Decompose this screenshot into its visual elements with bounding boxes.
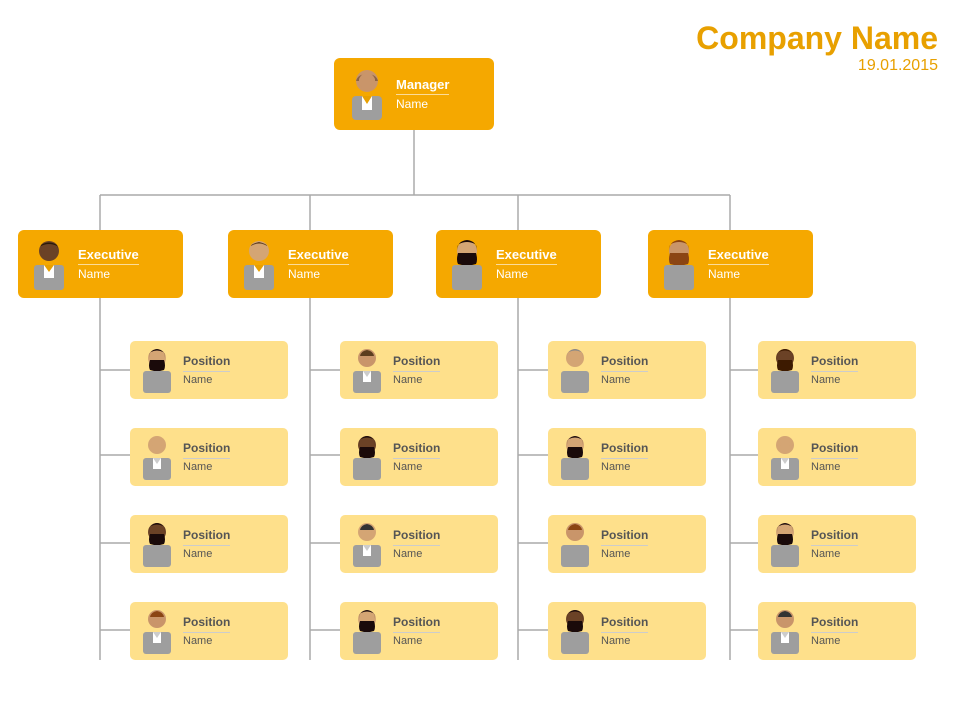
- pos-avatar-4-4: [765, 608, 805, 654]
- pos-4-3-name: Name: [811, 545, 858, 560]
- executive-1-title: Executive: [78, 247, 139, 263]
- pos-avatar-1-4: [137, 608, 177, 654]
- pos-avatar-3-4: [555, 608, 595, 654]
- position-card-4-4: Position Name: [758, 602, 916, 660]
- pos-1-4-name: Name: [183, 632, 230, 647]
- pos-avatar-2-1: [347, 347, 387, 393]
- pos-2-3-name: Name: [393, 545, 440, 560]
- executive-2-name: Name: [288, 264, 349, 281]
- pos-3-3-name: Name: [601, 545, 648, 560]
- executive-avatar-3: [444, 238, 490, 290]
- pos-avatar-2-3: [347, 521, 387, 567]
- position-card-4-3: Position Name: [758, 515, 916, 573]
- pos-3-2-name: Name: [601, 458, 648, 473]
- executive-1-name: Name: [78, 264, 139, 281]
- executive-avatar-4: [656, 238, 702, 290]
- executive-card-2: Executive Name: [228, 230, 393, 298]
- pos-avatar-4-1: [765, 347, 805, 393]
- pos-4-2-name: Name: [811, 458, 858, 473]
- executive-4-name: Name: [708, 264, 769, 281]
- pos-1-2-title: Position: [183, 441, 230, 455]
- pos-avatar-4-2: [765, 434, 805, 480]
- pos-avatar-1-1: [137, 347, 177, 393]
- pos-avatar-1-2: [137, 434, 177, 480]
- pos-1-3-title: Position: [183, 528, 230, 542]
- position-card-3-4: Position Name: [548, 602, 706, 660]
- pos-3-2-title: Position: [601, 441, 648, 455]
- pos-3-1-name: Name: [601, 371, 648, 386]
- pos-2-4-name: Name: [393, 632, 440, 647]
- pos-avatar-3-3: [555, 521, 595, 567]
- pos-3-4-name: Name: [601, 632, 648, 647]
- pos-4-4-title: Position: [811, 615, 858, 629]
- manager-avatar: [344, 68, 390, 120]
- executive-avatar-2: [236, 238, 282, 290]
- executive-avatar-1: [26, 238, 72, 290]
- position-card-4-2: Position Name: [758, 428, 916, 486]
- executive-2-title: Executive: [288, 247, 349, 263]
- position-card-3-3: Position Name: [548, 515, 706, 573]
- executive-3-title: Executive: [496, 247, 557, 263]
- pos-1-4-title: Position: [183, 615, 230, 629]
- position-card-1-3: Position Name: [130, 515, 288, 573]
- pos-2-4-title: Position: [393, 615, 440, 629]
- company-header: Company Name 19.01.2015: [696, 20, 938, 75]
- position-card-2-1: Position Name: [340, 341, 498, 399]
- pos-3-1-title: Position: [601, 354, 648, 368]
- pos-avatar-2-4: [347, 608, 387, 654]
- executive-3-name: Name: [496, 264, 557, 281]
- pos-4-1-name: Name: [811, 371, 858, 386]
- pos-avatar-3-1: [555, 347, 595, 393]
- pos-2-3-title: Position: [393, 528, 440, 542]
- pos-1-1-name: Name: [183, 371, 230, 386]
- pos-avatar-1-3: [137, 521, 177, 567]
- executive-card-3: Executive Name: [436, 230, 601, 298]
- executive-4-title: Executive: [708, 247, 769, 263]
- pos-1-1-title: Position: [183, 354, 230, 368]
- pos-4-4-name: Name: [811, 632, 858, 647]
- pos-4-2-title: Position: [811, 441, 858, 455]
- pos-avatar-4-3: [765, 521, 805, 567]
- pos-4-3-title: Position: [811, 528, 858, 542]
- position-card-1-2: Position Name: [130, 428, 288, 486]
- pos-2-2-title: Position: [393, 441, 440, 455]
- position-card-4-1: Position Name: [758, 341, 916, 399]
- position-card-1-1: Position Name: [130, 341, 288, 399]
- pos-3-4-title: Position: [601, 615, 648, 629]
- pos-3-3-title: Position: [601, 528, 648, 542]
- company-name: Company Name: [696, 20, 938, 57]
- position-card-2-2: Position Name: [340, 428, 498, 486]
- executive-card-4: Executive Name: [648, 230, 813, 298]
- manager-name: Name: [396, 94, 449, 111]
- pos-avatar-3-2: [555, 434, 595, 480]
- position-card-3-2: Position Name: [548, 428, 706, 486]
- pos-2-2-name: Name: [393, 458, 440, 473]
- position-card-2-4: Position Name: [340, 602, 498, 660]
- manager-card: Manager Name: [334, 58, 494, 130]
- position-card-2-3: Position Name: [340, 515, 498, 573]
- pos-1-3-name: Name: [183, 545, 230, 560]
- pos-2-1-name: Name: [393, 371, 440, 386]
- manager-title: Manager: [396, 77, 449, 93]
- pos-4-1-title: Position: [811, 354, 858, 368]
- pos-1-2-name: Name: [183, 458, 230, 473]
- pos-avatar-2-2: [347, 434, 387, 480]
- executive-card-1: Executive Name: [18, 230, 183, 298]
- pos-2-1-title: Position: [393, 354, 440, 368]
- position-card-1-4: Position Name: [130, 602, 288, 660]
- position-card-3-1: Position Name: [548, 341, 706, 399]
- company-date: 19.01.2015: [696, 57, 938, 75]
